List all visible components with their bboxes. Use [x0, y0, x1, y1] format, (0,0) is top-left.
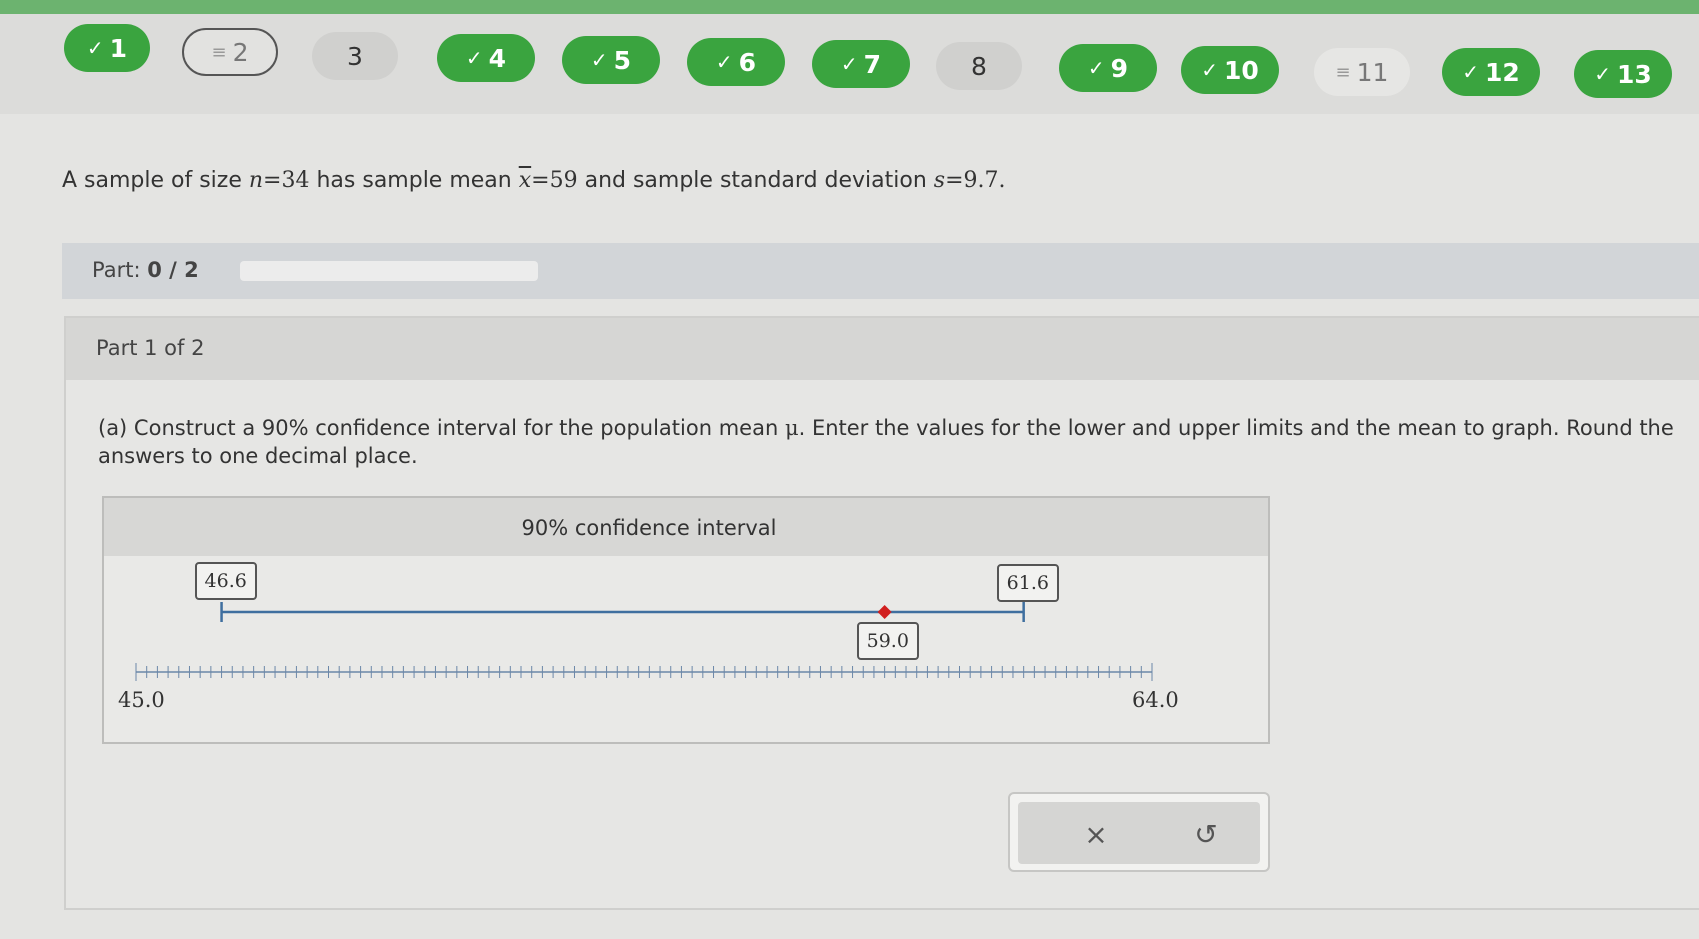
question-nav-item-7[interactable]: ✓ 7 — [812, 40, 910, 88]
page: ✓ 1 ≡ 2 3 ✓ 4 ✓ 5 ✓ 6 ✓ 7 8 ✓ 9 ✓ 10 ≡ 11 ✓ 12 ✓ 13 A sample of… — [0, 0, 1699, 939]
xbar-value: =59 — [531, 168, 578, 193]
question-nav-item-1[interactable]: ✓ 1 — [64, 24, 150, 72]
part-title: Part 1 of 2 — [96, 336, 205, 360]
upper-limit-value: 61.6 — [1006, 572, 1049, 594]
question-part-a: (a) Construct a 90% confidence interval … — [98, 416, 785, 440]
check-icon: ✓ — [86, 36, 104, 60]
mean-marker — [877, 605, 892, 619]
action-buttons: × ↺ — [1018, 802, 1260, 864]
check-icon: ✓ — [1594, 62, 1611, 86]
clear-button[interactable]: × — [1078, 816, 1114, 852]
lower-limit-box[interactable]: 46.6 — [194, 562, 257, 600]
question-nav-item-13[interactable]: ✓ 13 — [1574, 50, 1672, 98]
question-nav-item-4[interactable]: ✓ 4 — [437, 34, 535, 82]
xbar-variable: x — [518, 168, 532, 193]
axis-min-label: 45.0 — [118, 688, 165, 712]
question-number: 7 — [863, 49, 882, 79]
top-progress-strip — [0, 0, 1699, 14]
axis-max-label: 64.0 — [1132, 688, 1179, 712]
question-number: 10 — [1223, 55, 1259, 85]
question-number: 11 — [1356, 57, 1389, 87]
question-nav-item-12[interactable]: ✓ 12 — [1442, 48, 1540, 96]
question-nav-item-3[interactable]: 3 — [312, 32, 398, 80]
upper-limit-box[interactable]: 61.6 — [996, 564, 1059, 602]
problem-text-1: A sample of size — [62, 168, 249, 193]
action-panel: × ↺ — [1008, 792, 1270, 872]
question-nav-item-8[interactable]: 8 — [936, 42, 1022, 90]
part-progress-bar: Part: 0 / 2 — [62, 243, 1699, 299]
check-icon: ✓ — [1087, 56, 1105, 80]
confidence-interval-graph[interactable]: 90% confidence interval 46.6 61.6 59.0 4… — [102, 496, 1270, 744]
question-number: 5 — [613, 45, 632, 75]
part-count: 0 / 2 — [147, 258, 199, 282]
s-value: =9.7 — [945, 168, 999, 193]
question-number: 9 — [1110, 53, 1129, 83]
mean-box[interactable]: 59.0 — [856, 622, 919, 660]
part-progress-track — [240, 261, 538, 281]
check-icon: ✓ — [590, 48, 608, 72]
check-icon: ✓ — [1201, 58, 1218, 82]
problem-text-2: has sample mean — [309, 168, 519, 193]
question-number: 1 — [109, 33, 128, 63]
question-number: 3 — [347, 41, 363, 71]
question-number: 4 — [488, 43, 507, 73]
lower-limit-value: 46.6 — [204, 570, 247, 592]
question-nav-item-2[interactable]: ≡ 2 — [182, 28, 278, 76]
mu-symbol: μ — [784, 416, 799, 440]
question-text: (a) Construct a 90% confidence interval … — [98, 414, 1678, 470]
problem-statement: A sample of size n=34 has sample mean x=… — [62, 168, 1006, 193]
undo-icon: ↺ — [1194, 817, 1218, 851]
check-icon: ✓ — [840, 52, 858, 76]
problem-period: . — [998, 168, 1006, 193]
question-number: 13 — [1616, 59, 1652, 89]
part-progress-label: Part: 0 / 2 — [92, 258, 199, 282]
s-variable: s — [933, 168, 946, 193]
partial-icon: ≡ — [1335, 61, 1351, 83]
graph-canvas[interactable] — [104, 498, 1268, 742]
question-nav: ✓ 1 ≡ 2 3 ✓ 4 ✓ 5 ✓ 6 ✓ 7 8 ✓ 9 ✓ 10 ≡ 11 ✓ 12 ✓ 13 — [0, 14, 1699, 114]
mean-value: 59.0 — [866, 630, 909, 652]
question-nav-item-6[interactable]: ✓ 6 — [687, 38, 785, 86]
question-nav-item-11[interactable]: ≡ 11 — [1314, 48, 1410, 96]
question-number: 2 — [232, 37, 249, 67]
check-icon: ✓ — [1462, 60, 1479, 84]
n-variable: n — [248, 168, 264, 193]
question-nav-item-5[interactable]: ✓ 5 — [562, 36, 660, 84]
question-number: 6 — [738, 47, 757, 77]
problem-text-3: and sample standard deviation — [577, 168, 934, 193]
check-icon: ✓ — [465, 46, 483, 70]
n-value: =34 — [263, 168, 310, 193]
question-nav-item-9[interactable]: ✓ 9 — [1059, 44, 1157, 92]
question-number: 8 — [971, 51, 987, 81]
check-icon: ✓ — [715, 50, 733, 74]
question-number: 12 — [1484, 57, 1520, 87]
partial-icon: ≡ — [211, 41, 227, 63]
part-header: Part 1 of 2 — [66, 318, 1699, 380]
undo-button[interactable]: ↺ — [1188, 816, 1224, 852]
part-label-text: Part: — [92, 258, 141, 282]
close-icon: × — [1084, 817, 1108, 851]
question-nav-item-10[interactable]: ✓ 10 — [1181, 46, 1279, 94]
